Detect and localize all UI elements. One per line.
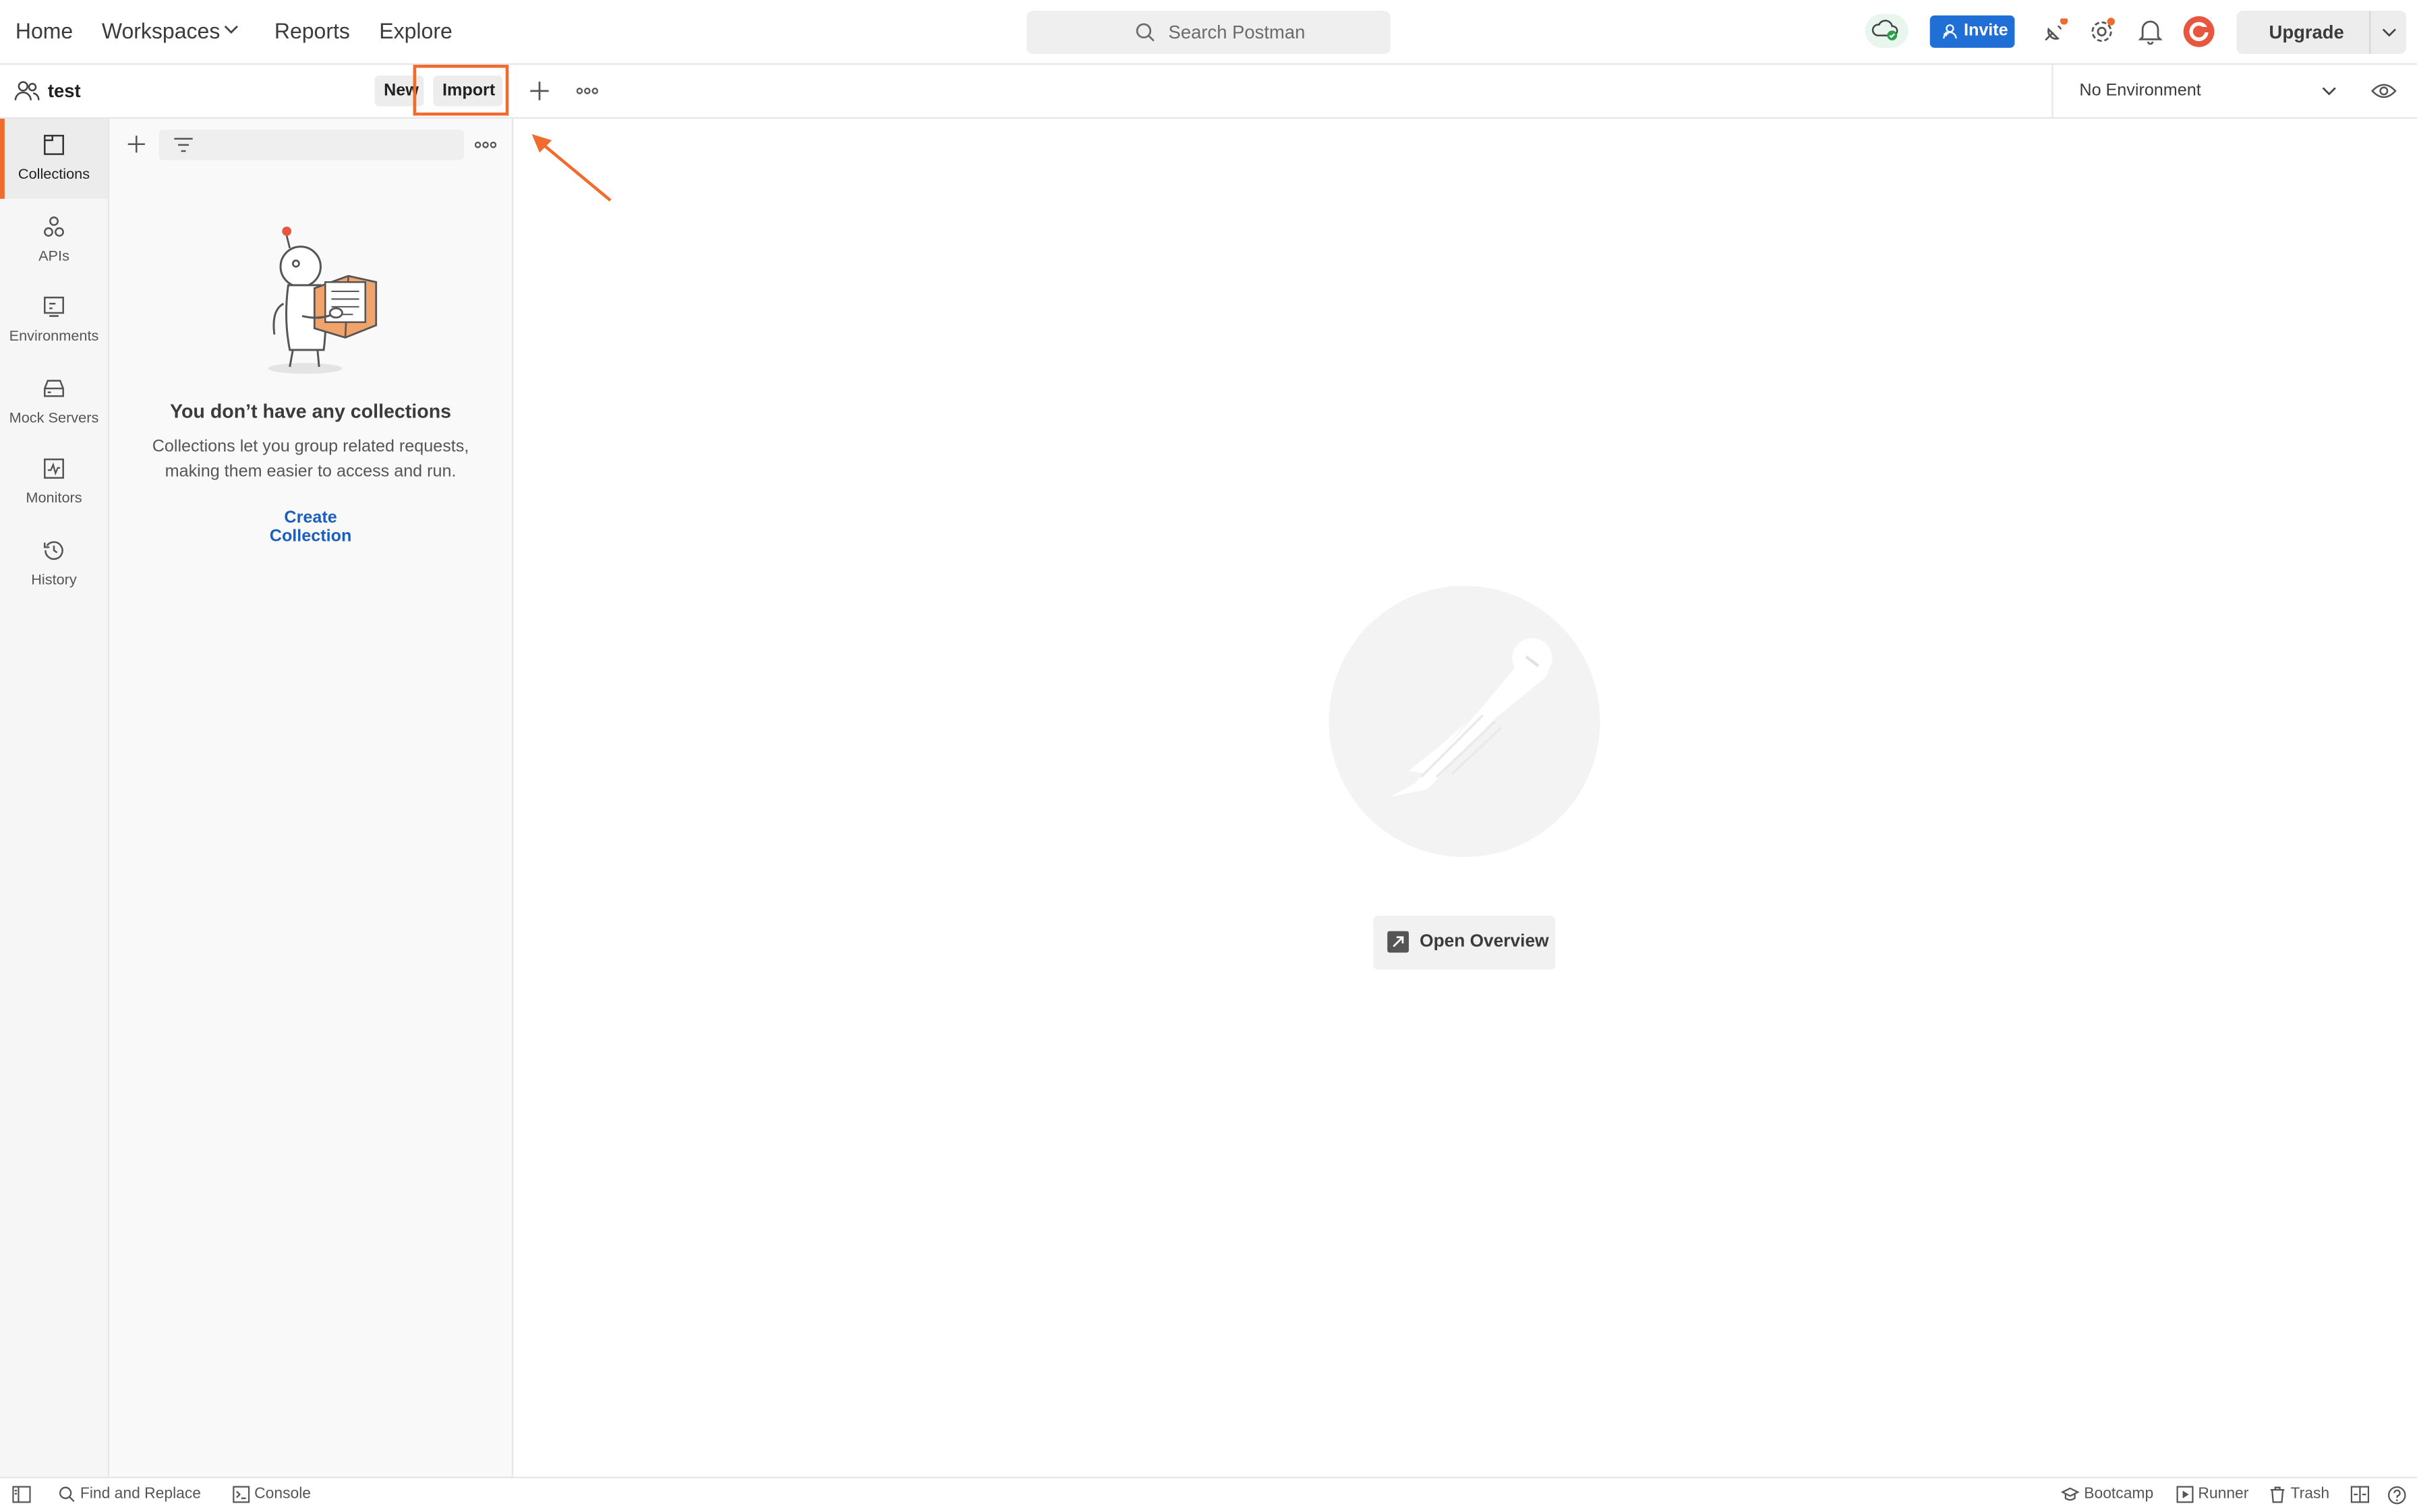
- notifications-bell-icon[interactable]: [2138, 18, 2163, 45]
- bootcamp-button[interactable]: Bootcamp: [2084, 1486, 2153, 1503]
- nav-home[interactable]: Home: [16, 18, 73, 43]
- rail-item-label: History: [31, 571, 77, 589]
- top-header: Home Workspaces Reports Explore Search P…: [0, 0, 2417, 65]
- environment-selector[interactable]: No Environment: [2079, 82, 2201, 100]
- environments-icon: [43, 296, 65, 318]
- mock-servers-icon: [43, 378, 65, 399]
- filter-input[interactable]: [158, 129, 464, 161]
- trash-icon: [2269, 1486, 2286, 1503]
- toggle-sidebar-icon[interactable]: [12, 1486, 31, 1503]
- collections-sidebar: You don’t have any collections Collectio…: [109, 118, 514, 1477]
- help-icon[interactable]: [2388, 1486, 2406, 1505]
- more-options-icon[interactable]: [474, 140, 496, 150]
- upgrade-label: Upgrade: [2269, 21, 2344, 43]
- search-placeholder: Search Postman: [1168, 21, 1306, 43]
- chevron-down-icon[interactable]: [2321, 85, 2337, 97]
- status-bar: Find and Replace Console Bootcamp Runner…: [0, 1476, 2417, 1512]
- empty-state-description-line1: Collections let you group related reques…: [152, 438, 469, 457]
- invite-button[interactable]: Invite: [1929, 15, 2015, 48]
- runner-button[interactable]: Runner: [2198, 1486, 2248, 1503]
- add-user-icon: [1942, 23, 1959, 40]
- search-icon: [1134, 22, 1156, 43]
- new-tab-plus-icon[interactable]: [529, 80, 550, 102]
- nav-reports[interactable]: Reports: [274, 18, 350, 43]
- upgrade-button[interactable]: Upgrade: [2236, 10, 2406, 54]
- rail-item-history[interactable]: History: [0, 524, 108, 604]
- more-options-icon[interactable]: [576, 86, 598, 96]
- chevron-down-icon[interactable]: [223, 23, 239, 35]
- annotation-arrow: [524, 126, 620, 206]
- nav-explore[interactable]: Explore: [379, 18, 452, 43]
- create-collection-link[interactable]: Create Collection: [242, 508, 379, 546]
- environment-divider: [2051, 64, 2054, 117]
- two-pane-layout-icon[interactable]: [2350, 1486, 2370, 1503]
- find-and-replace-button[interactable]: Find and Replace: [80, 1486, 201, 1503]
- user-avatar[interactable]: [2183, 16, 2215, 48]
- rail-item-monitors[interactable]: Monitors: [0, 442, 108, 523]
- nav-workspaces[interactable]: Workspaces: [102, 18, 220, 43]
- console-icon: [233, 1486, 250, 1503]
- satellite-icon[interactable]: [2041, 18, 2068, 46]
- upgrade-divider: [2369, 10, 2371, 54]
- rail-item-label: Mock Servers: [9, 409, 99, 428]
- empty-collections-illustration: [256, 223, 386, 378]
- empty-state-title: You don’t have any collections: [170, 401, 452, 423]
- workspace-bar: test New Import No Environment: [0, 64, 2417, 119]
- settings-gear-icon[interactable]: [2089, 17, 2116, 45]
- rail-item-environments[interactable]: Environments: [0, 281, 108, 361]
- add-collection-plus-icon[interactable]: [126, 134, 146, 154]
- rail-item-label: Collections: [18, 166, 90, 183]
- search-box[interactable]: Search Postman: [1026, 10, 1391, 54]
- rail-item-collections[interactable]: Collections: [0, 118, 108, 199]
- monitors-icon: [43, 458, 65, 479]
- trash-button[interactable]: Trash: [2291, 1486, 2330, 1503]
- filter-icon: [173, 136, 194, 154]
- environment-quick-look-eye-icon[interactable]: [2370, 82, 2397, 100]
- history-icon: [43, 540, 65, 561]
- chevron-down-icon[interactable]: [2381, 26, 2397, 38]
- active-indicator: [0, 118, 5, 199]
- runner-icon: [2176, 1486, 2194, 1503]
- collections-icon: [43, 134, 65, 156]
- left-rail: Collections APIs Environments Mock Serve…: [0, 118, 110, 1477]
- import-highlight-box: [413, 64, 509, 116]
- open-overview-icon: [1387, 931, 1409, 953]
- rail-item-label: Monitors: [26, 490, 82, 507]
- postman-logo-placeholder: [1329, 585, 1600, 857]
- search-icon: [59, 1486, 76, 1503]
- empty-state-description-line2: making them easier to access and run.: [165, 462, 457, 482]
- invite-label: Invite: [1963, 21, 2008, 40]
- rail-item-label: Environments: [9, 328, 99, 345]
- rail-item-label: APIs: [38, 248, 69, 266]
- sync-status-icon[interactable]: [1865, 13, 1909, 48]
- rail-item-mock-servers[interactable]: Mock Servers: [0, 362, 108, 442]
- rail-item-apis[interactable]: APIs: [0, 200, 108, 281]
- team-icon: [14, 80, 40, 102]
- workspace-name[interactable]: test: [48, 80, 81, 102]
- console-button[interactable]: Console: [254, 1486, 311, 1503]
- bootcamp-icon: [2060, 1486, 2080, 1503]
- open-overview-label: Open Overview: [1420, 932, 1549, 952]
- apis-icon: [43, 216, 65, 237]
- postman-app: Home Workspaces Reports Explore Search P…: [0, 0, 2417, 1512]
- open-overview-button[interactable]: Open Overview: [1373, 915, 1556, 970]
